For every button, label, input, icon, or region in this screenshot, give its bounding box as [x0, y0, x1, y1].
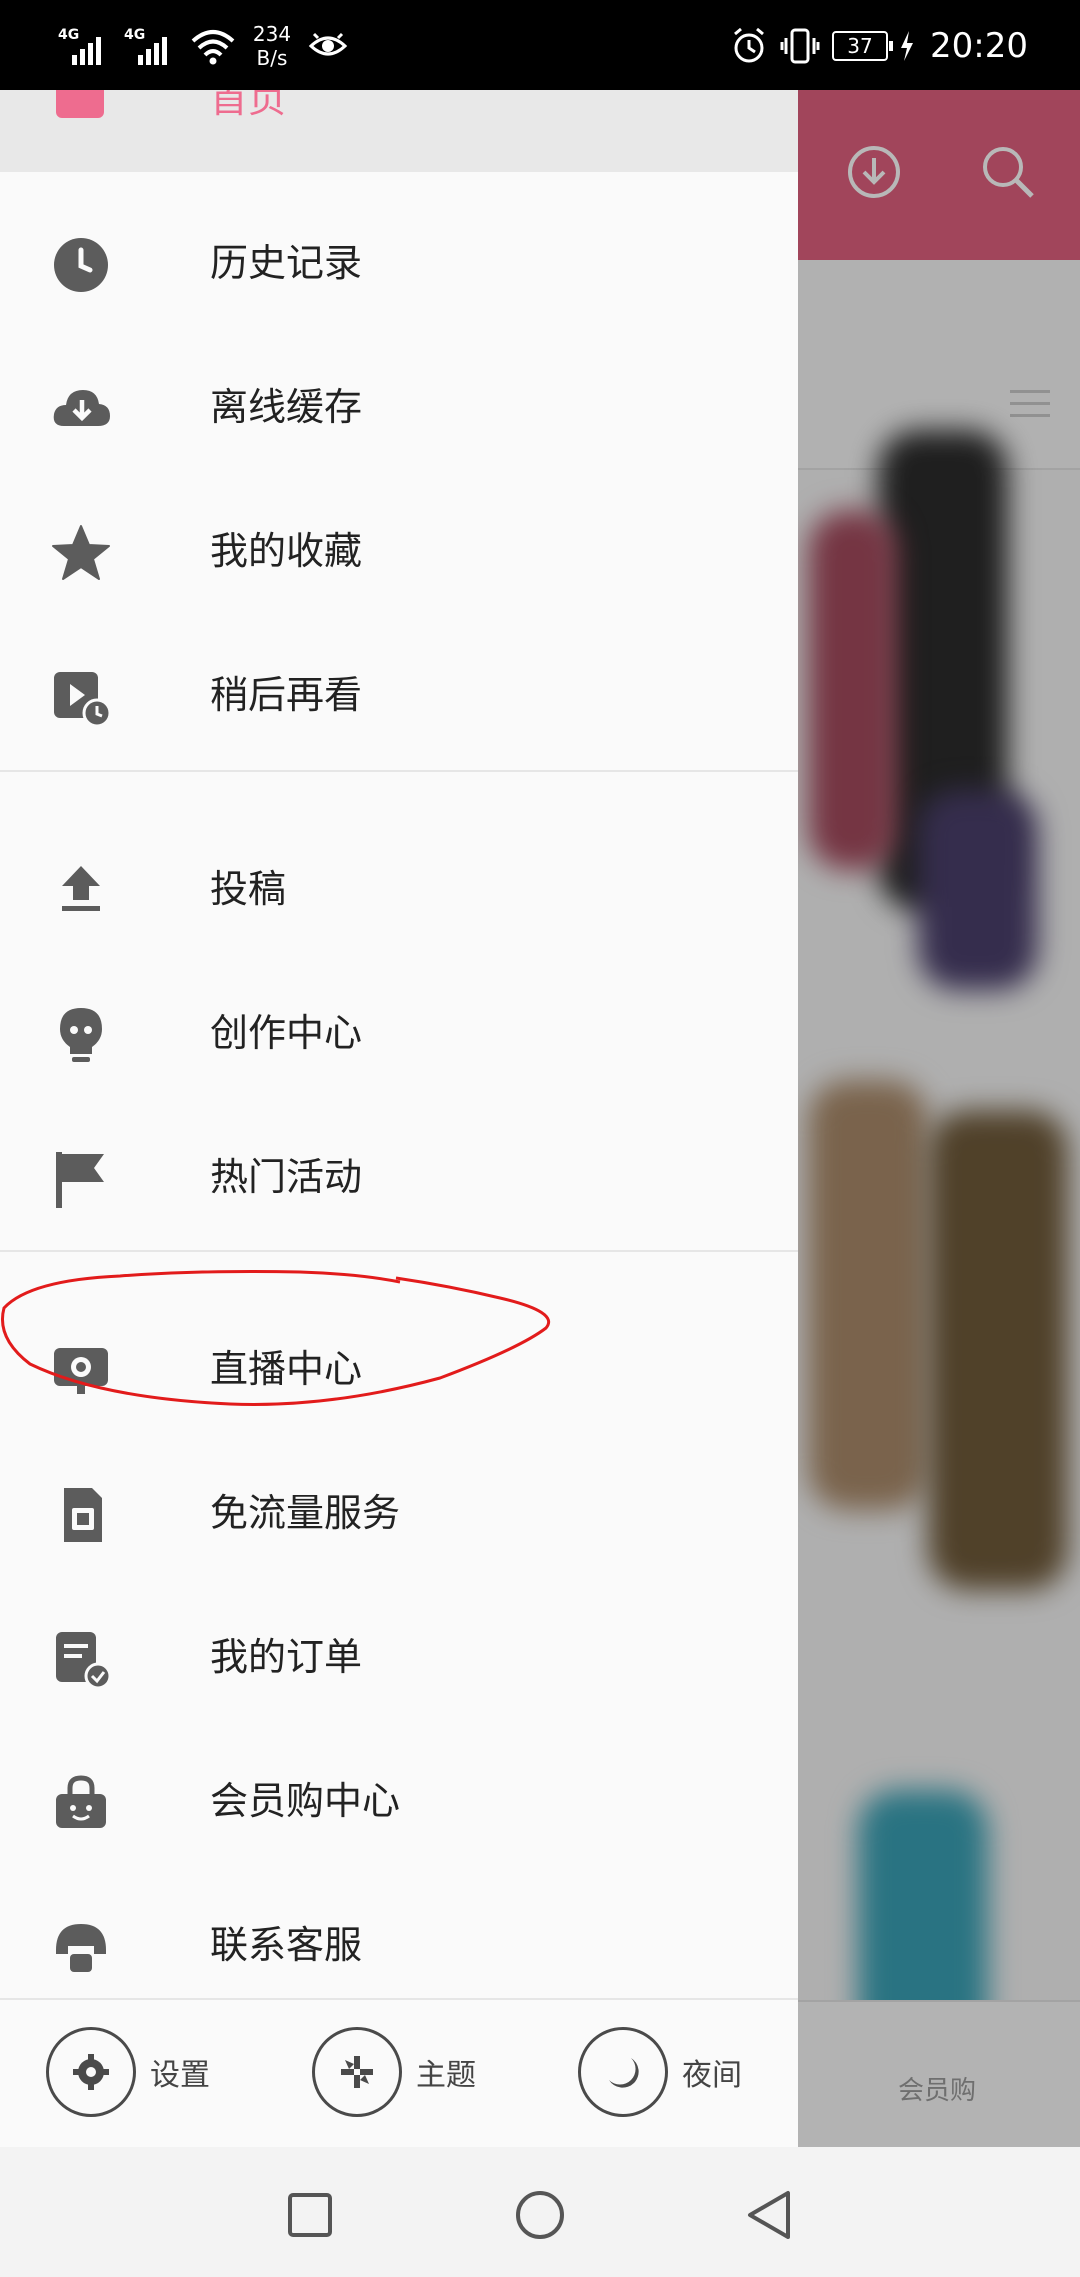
drawer-item-label: 免流量服务 [210, 1491, 401, 1535]
drawer-item-label: 直播中心 [210, 1347, 363, 1391]
sim-card-icon [64, 1488, 102, 1542]
drawer-item-customer-service[interactable]: 联系客服 [0, 1872, 798, 2016]
settings-button[interactable]: 设置 [46, 2026, 210, 2118]
drawer-item-vip-shop[interactable]: 会员购中心 [0, 1728, 798, 1872]
wifi-icon [191, 30, 235, 65]
lightbulb-icon [60, 1008, 102, 1062]
drawer-item-label: 稍后再看 [210, 673, 363, 717]
recent-apps-button[interactable] [282, 2187, 338, 2243]
back-button[interactable] [742, 2187, 798, 2243]
drawer-item-upload[interactable]: 投稿 [0, 816, 798, 960]
drawer-item-orders[interactable]: 我的订单 [0, 1584, 798, 1728]
watch-later-icon [54, 672, 112, 728]
night-mode-button[interactable]: 夜间 [578, 2026, 742, 2118]
night-label: 夜间 [682, 2058, 742, 2093]
divider [0, 770, 798, 772]
eye-icon [308, 32, 348, 56]
headset-icon [56, 1924, 106, 1972]
drawer-item-free-data[interactable]: 免流量服务 [0, 1440, 798, 1584]
drawer-item-label: 历史记录 [210, 241, 363, 285]
system-nav-bar [0, 2147, 1080, 2277]
drawer-item-label: 首页 [210, 90, 287, 121]
alarm-icon [734, 27, 764, 63]
drawer-item-watch-later[interactable]: 稍后再看 [0, 622, 798, 766]
drawer-item-label: 投稿 [210, 867, 287, 911]
signal-icon: 4G [58, 25, 110, 67]
drawer-item-label: 我的订单 [210, 1635, 363, 1679]
settings-icon [46, 2027, 136, 2117]
cloud-download-icon [53, 390, 110, 426]
divider [0, 1250, 798, 1252]
flag-icon [56, 1152, 104, 1208]
theme-icon [312, 2027, 402, 2117]
order-icon [56, 1632, 112, 1690]
clock: 20:20 [930, 26, 1028, 66]
drawer-item-label: 我的收藏 [210, 529, 363, 573]
home-icon [56, 90, 104, 118]
theme-button[interactable]: 主题 [312, 2026, 476, 2118]
drawer-item-label: 创作中心 [210, 1011, 363, 1055]
navigation-drawer: 首页 历史记录 离线缓存 我的收藏 稍后再看 投稿 创作中心 热门活动 直播中心… [0, 90, 798, 2147]
drawer-item-home[interactable]: 首页 [0, 90, 798, 172]
history-clock-icon [54, 238, 108, 292]
home-button[interactable] [512, 2187, 568, 2243]
scrim-overlay[interactable] [798, 90, 1080, 2147]
upload-icon [62, 866, 100, 911]
drawer-bottom-bar: 设置 主题 夜间 [0, 1998, 798, 2147]
drawer-item-label: 会员购中心 [210, 1779, 401, 1823]
drawer-item-label: 离线缓存 [210, 385, 363, 429]
signal-icon: 4G [124, 25, 176, 67]
status-bar: 4G 4G 234 B/s 37 20:20 [0, 0, 1080, 90]
drawer-item-favorites[interactable]: 我的收藏 [0, 478, 798, 622]
drawer-item-live-center[interactable]: 直播中心 [0, 1296, 798, 1440]
drawer-item-events[interactable]: 热门活动 [0, 1104, 798, 1248]
star-icon [52, 525, 110, 580]
moon-icon [578, 2027, 668, 2117]
settings-label: 设置 [150, 2058, 210, 2093]
theme-label: 主题 [416, 2058, 476, 2093]
drawer-item-creator-center[interactable]: 创作中心 [0, 960, 798, 1104]
drawer-item-label: 联系客服 [210, 1923, 363, 1967]
vibrate-icon [780, 28, 820, 64]
drawer-item-label: 热门活动 [210, 1155, 363, 1199]
network-speed: 234 B/s [252, 22, 292, 70]
drawer-item-history[interactable]: 历史记录 [0, 190, 798, 334]
live-tv-icon [54, 1348, 108, 1394]
charging-icon [901, 31, 914, 61]
drawer-item-offline-cache[interactable]: 离线缓存 [0, 334, 798, 478]
battery-icon: 37 [832, 31, 894, 61]
shopping-bag-icon [56, 1775, 106, 1828]
